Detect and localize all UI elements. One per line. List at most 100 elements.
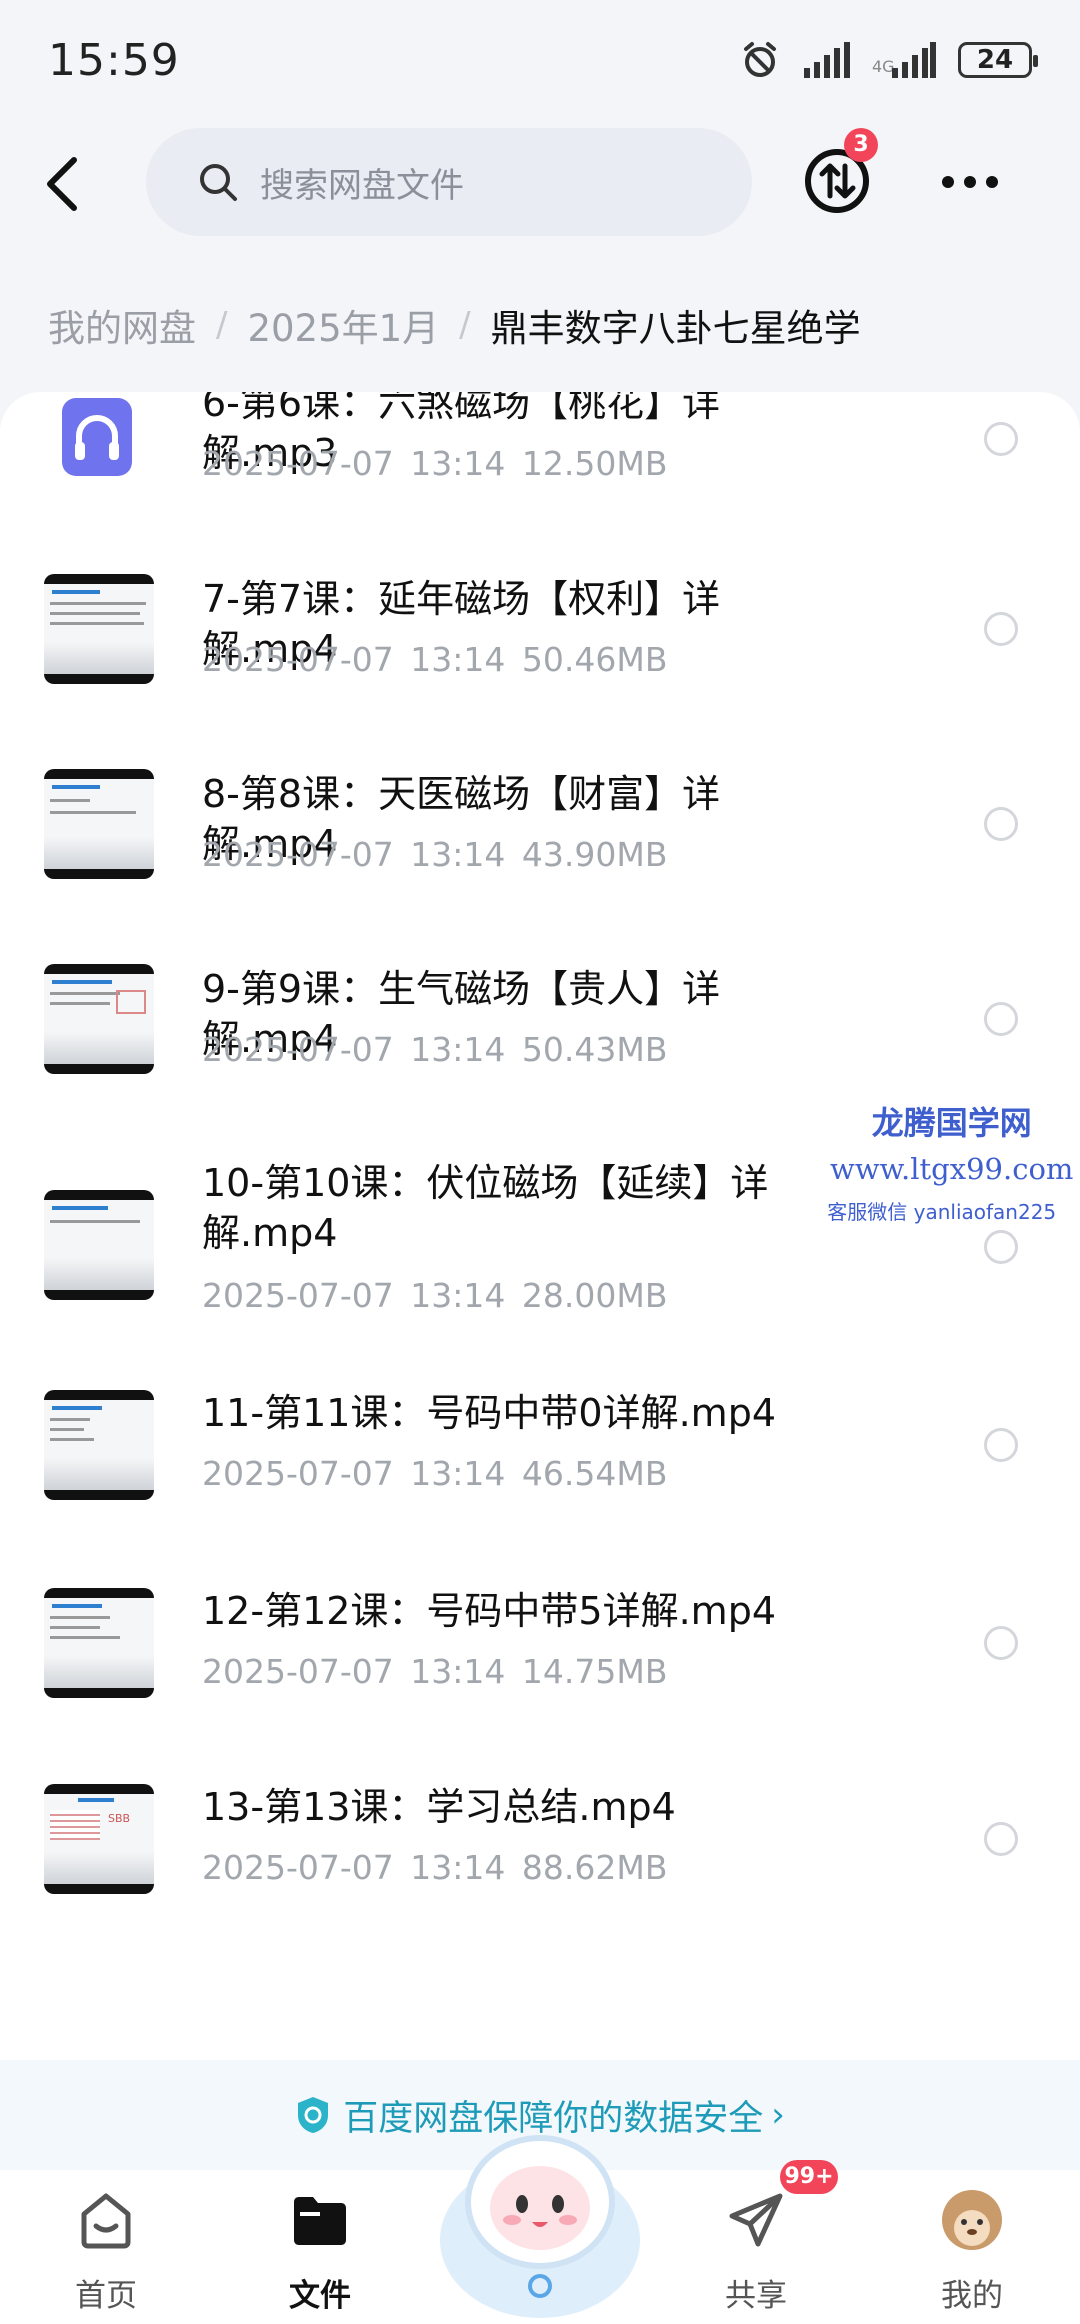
file-size: 14.75MB bbox=[521, 1652, 668, 1691]
folder-icon bbox=[294, 2197, 346, 2245]
file-size: 28.00MB bbox=[521, 1276, 668, 1315]
file-size: 46.54MB bbox=[521, 1454, 668, 1493]
watermark: 龙腾国学网 www.ltgx99.com 客服微信 yanliaofan225 bbox=[827, 1098, 1074, 1225]
select-radio[interactable] bbox=[984, 1428, 1018, 1462]
file-meta: 2025-07-07 13:14 88.62MB bbox=[202, 1848, 667, 1887]
list-item[interactable]: 7-第7课：延年磁场【权利】详解.mp4 2025-07-07 13:14 50… bbox=[0, 558, 1080, 748]
nav-label: 文件 bbox=[289, 2278, 351, 2314]
file-time: 13:14 bbox=[410, 1848, 506, 1887]
nav-home[interactable]: 首页 bbox=[26, 2170, 186, 2324]
mascot-button[interactable] bbox=[432, 2110, 648, 2324]
nav-label: 首页 bbox=[75, 2278, 137, 2314]
file-size: 50.46MB bbox=[521, 640, 668, 679]
file-name: 12-第12课：号码中带5详解.mp4 bbox=[202, 1589, 776, 1633]
select-radio[interactable] bbox=[984, 422, 1018, 456]
file-meta: 2025-07-07 13:14 43.90MB bbox=[202, 835, 667, 874]
select-radio[interactable] bbox=[984, 1230, 1018, 1264]
breadcrumb-separator: / bbox=[216, 305, 228, 345]
file-name: 13-第13课：学习总结.mp4 bbox=[202, 1785, 676, 1829]
file-date: 2025-07-07 bbox=[202, 835, 394, 874]
file-time: 13:14 bbox=[410, 1454, 506, 1493]
file-size: 88.62MB bbox=[521, 1848, 668, 1887]
file-meta: 2025-07-07 13:14 14.75MB bbox=[202, 1652, 667, 1691]
list-item[interactable]: 8-第8课：天医磁场【财富】详解.mp4 2025-07-07 13:14 43… bbox=[0, 753, 1080, 943]
video-thumbnail bbox=[44, 1390, 154, 1500]
avatar bbox=[942, 2190, 1002, 2250]
nav-share[interactable]: 99+ 共享 bbox=[676, 2160, 838, 2324]
headphones-icon bbox=[75, 415, 119, 460]
file-size: 12.50MB bbox=[521, 444, 668, 483]
file-time: 13:14 bbox=[410, 835, 506, 874]
nav-files[interactable]: 文件 bbox=[240, 2170, 400, 2324]
status-time: 15:59 bbox=[48, 34, 180, 86]
chevron-right-icon: › bbox=[771, 2095, 785, 2135]
breadcrumb: 我的网盘 / 2025年1月 / 鼎丰数字八卦七星绝学 bbox=[48, 290, 861, 360]
list-item[interactable]: 11-第11课：号码中带0详解.mp4 2025-07-07 13:14 46.… bbox=[0, 1380, 1080, 1570]
file-date: 2025-07-07 bbox=[202, 1848, 394, 1887]
svg-text:4G: 4G bbox=[872, 57, 895, 76]
file-time: 13:14 bbox=[410, 1030, 506, 1069]
file-date: 2025-07-07 bbox=[202, 444, 394, 483]
search-icon bbox=[200, 164, 237, 201]
file-time: 13:14 bbox=[410, 1276, 506, 1315]
file-time: 13:14 bbox=[410, 640, 506, 679]
file-time: 13:14 bbox=[410, 1652, 506, 1691]
file-meta: 2025-07-07 13:14 50.46MB bbox=[202, 640, 667, 679]
video-thumbnail: SBB bbox=[44, 1784, 154, 1894]
list-item[interactable]: 6-第6课：六煞磁场【桃花】详解.mp3 2025-07-07 13:14 12… bbox=[0, 392, 1080, 532]
watermark-contact: 客服微信 yanliaofan225 bbox=[827, 1200, 1057, 1224]
watermark-url: www.ltgx99.com bbox=[830, 1152, 1074, 1186]
breadcrumb-item[interactable]: 我的网盘 bbox=[48, 298, 196, 352]
file-name: 11-第11课：号码中带0详解.mp4 bbox=[202, 1391, 776, 1435]
nav-mine[interactable]: 我的 bbox=[892, 2170, 1052, 2324]
nav-label: 共享 bbox=[725, 2278, 787, 2314]
file-date: 2025-07-07 bbox=[202, 1276, 394, 1315]
alarm-icon bbox=[744, 42, 776, 77]
video-thumbnail bbox=[44, 964, 154, 1074]
status-icons: 4G 24 bbox=[740, 40, 1038, 80]
file-meta: 2025-07-07 13:14 46.54MB bbox=[202, 1454, 667, 1493]
file-size: 50.43MB bbox=[521, 1030, 668, 1069]
file-date: 2025-07-07 bbox=[202, 1030, 394, 1069]
back-button[interactable] bbox=[40, 156, 90, 212]
breadcrumb-current: 鼎丰数字八卦七星绝学 bbox=[490, 307, 861, 350]
file-meta: 2025-07-07 13:14 28.00MB bbox=[202, 1276, 667, 1315]
home-icon bbox=[81, 2193, 131, 2249]
list-item[interactable]: 12-第12课：号码中带5详解.mp4 2025-07-07 13:14 14.… bbox=[0, 1574, 1080, 1764]
shield-icon bbox=[298, 2097, 329, 2133]
file-name: 10-第10课：伏位磁场【延续】详解.mp4 bbox=[202, 1161, 769, 1255]
signal-icon bbox=[804, 42, 850, 78]
breadcrumb-item[interactable]: 2025年1月 bbox=[247, 298, 439, 352]
transfer-badge: 3 bbox=[844, 128, 878, 162]
search-input[interactable]: 搜索网盘文件 bbox=[146, 128, 752, 236]
list-item[interactable]: SBB 13-第13课：学习总结.mp4 2025-07-07 13:14 88… bbox=[0, 1770, 1080, 1960]
select-radio[interactable] bbox=[984, 612, 1018, 646]
share-badge: 99+ bbox=[780, 2160, 838, 2194]
select-radio[interactable] bbox=[984, 807, 1018, 841]
file-time: 13:14 bbox=[410, 444, 506, 483]
file-list: 6-第6课：六煞磁场【桃花】详解.mp3 2025-07-07 13:14 12… bbox=[0, 392, 1080, 2072]
video-thumbnail bbox=[44, 769, 154, 879]
video-thumbnail bbox=[44, 1190, 154, 1300]
battery-indicator: 24 bbox=[958, 42, 1038, 78]
file-date: 2025-07-07 bbox=[202, 1652, 394, 1691]
transfer-button[interactable]: 3 bbox=[802, 128, 878, 216]
nav-label: 我的 bbox=[941, 2278, 1003, 2314]
file-meta: 2025-07-07 13:14 12.50MB bbox=[202, 444, 667, 483]
watermark-title: 龙腾国学网 bbox=[871, 1104, 1032, 1142]
send-icon bbox=[729, 2193, 783, 2247]
breadcrumb-separator: / bbox=[459, 305, 471, 345]
more-button[interactable] bbox=[940, 164, 1000, 200]
file-size: 43.90MB bbox=[521, 835, 668, 874]
select-radio[interactable] bbox=[984, 1626, 1018, 1660]
audio-file-icon bbox=[62, 398, 132, 476]
video-thumbnail bbox=[44, 574, 154, 684]
signal-2-icon: 4G bbox=[872, 42, 936, 78]
status-bar: 15:59 4G 24 bbox=[0, 0, 1080, 120]
select-radio[interactable] bbox=[984, 1822, 1018, 1856]
file-date: 2025-07-07 bbox=[202, 640, 394, 679]
select-radio[interactable] bbox=[984, 1002, 1018, 1036]
top-bar: 搜索网盘文件 3 bbox=[0, 120, 1080, 244]
search-placeholder: 搜索网盘文件 bbox=[260, 165, 464, 206]
video-thumbnail bbox=[44, 1588, 154, 1698]
